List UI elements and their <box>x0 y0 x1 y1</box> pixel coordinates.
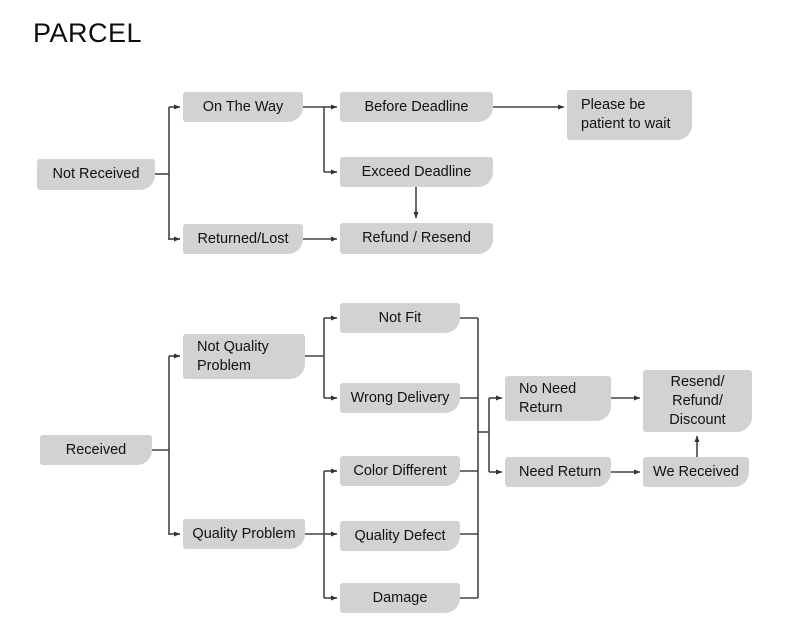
node-damage[interactable]: Damage <box>340 583 460 613</box>
node-label: Exceed Deadline <box>361 163 472 180</box>
node-label: Damage <box>372 589 428 606</box>
node-label: Resend/ Refund/ Discount <box>669 373 726 428</box>
flowchart-canvas: PARCEL Not Received On The Way Returned/… <box>0 0 800 642</box>
node-label: Not Fit <box>378 309 422 326</box>
node-resend-refund-discount[interactable]: Resend/ Refund/ Discount <box>643 370 752 432</box>
node-need-return[interactable]: Need Return <box>505 457 611 487</box>
node-refund-resend[interactable]: Refund / Resend <box>340 223 493 254</box>
node-quality-defect[interactable]: Quality Defect <box>340 521 460 551</box>
node-exceed-deadline[interactable]: Exceed Deadline <box>340 157 493 187</box>
node-label: On The Way <box>202 98 284 115</box>
node-color-different[interactable]: Color Different <box>340 456 460 486</box>
node-label: Not Quality Problem <box>197 338 269 374</box>
node-label: Quality Problem <box>192 525 296 542</box>
node-label: Before Deadline <box>364 98 469 115</box>
page-title: PARCEL <box>33 18 143 48</box>
node-please-be-patient-to-wait[interactable]: Please be patient to wait <box>567 90 692 140</box>
node-label: Received <box>65 441 127 458</box>
node-label: Refund / Resend <box>362 230 471 246</box>
node-label: No Need Return <box>519 380 577 416</box>
node-label: We Received <box>653 463 739 480</box>
node-not-received[interactable]: Not Received <box>37 159 155 190</box>
node-not-quality-problem[interactable]: Not Quality Problem <box>183 334 305 379</box>
node-before-deadline[interactable]: Before Deadline <box>340 92 493 122</box>
node-quality-problem[interactable]: Quality Problem <box>183 519 305 549</box>
node-label: Need Return <box>519 463 602 480</box>
node-returned-lost[interactable]: Returned/Lost <box>183 224 303 254</box>
node-wrong-delivery[interactable]: Wrong Delivery <box>340 383 460 413</box>
node-label: Returned/Lost <box>197 230 289 247</box>
node-label: Wrong Delivery <box>350 389 450 406</box>
node-label: Please be patient to wait <box>581 97 671 132</box>
node-no-need-return[interactable]: No Need Return <box>505 376 611 421</box>
node-received[interactable]: Received <box>40 435 152 465</box>
node-not-fit[interactable]: Not Fit <box>340 303 460 333</box>
node-label: Quality Defect <box>354 527 446 544</box>
node-label: Color Different <box>353 462 447 479</box>
node-we-received[interactable]: We Received <box>643 457 749 487</box>
node-on-the-way[interactable]: On The Way <box>183 92 303 122</box>
node-label: Not Received <box>52 166 140 182</box>
